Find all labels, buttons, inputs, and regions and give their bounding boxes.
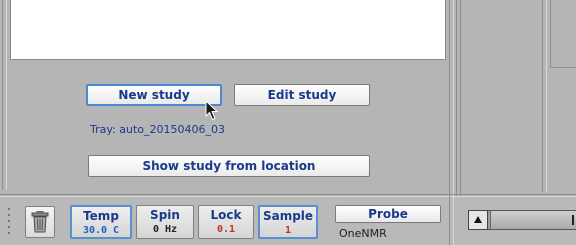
panel-border-left [2, 0, 3, 190]
sample-status-button[interactable]: Sample 1 [258, 205, 318, 239]
scrollbar-edge-mark [572, 215, 574, 225]
sample-value: 1 [284, 225, 292, 236]
status-splitter-highlight [453, 196, 454, 245]
spin-label: Spin [150, 208, 180, 222]
splitter-edge [449, 0, 450, 196]
lock-value: 0.1 [216, 224, 236, 235]
probe-value: OneNMR [339, 227, 387, 240]
show-study-from-location-button[interactable]: Show study from location [88, 155, 370, 177]
splitter-handle[interactable] [456, 0, 457, 196]
scrollbar-thumb[interactable] [490, 211, 576, 229]
scroll-left-button[interactable] [468, 210, 488, 230]
right-panel [462, 0, 576, 192]
temp-value: 30.0 C [82, 225, 120, 236]
tray-label: Tray: auto_20150406_03 [90, 123, 226, 136]
probe-button[interactable]: Probe [335, 205, 441, 223]
lock-label: Lock [210, 208, 242, 222]
temp-status-button[interactable]: Temp 30.0 C [70, 205, 132, 239]
new-study-button[interactable]: New study [86, 84, 222, 106]
pointer-cursor-icon [205, 100, 219, 121]
study-list-area[interactable] [10, 0, 446, 60]
edit-study-button[interactable]: Edit study [234, 84, 370, 106]
right-panel-box [550, 0, 576, 68]
spin-value: 0 Hz [152, 224, 178, 235]
sample-label: Sample [262, 209, 314, 223]
lock-status-button[interactable]: Lock 0.1 [198, 205, 254, 239]
status-splitter [449, 196, 450, 245]
status-bar-separator [0, 194, 576, 195]
right-panel-divider-highlight [546, 0, 547, 192]
scroll-left-arrow-icon [474, 216, 482, 223]
toolbar-grip[interactable] [7, 208, 11, 238]
splitter-highlight [453, 0, 454, 196]
spin-status-button[interactable]: Spin 0 Hz [136, 205, 194, 239]
panel-border-left-highlight [6, 0, 7, 190]
right-panel-divider [542, 0, 543, 192]
splitter-edge-right [460, 0, 461, 196]
trash-icon [31, 211, 49, 233]
trash-button[interactable] [25, 206, 55, 238]
temp-label: Temp [83, 209, 119, 223]
